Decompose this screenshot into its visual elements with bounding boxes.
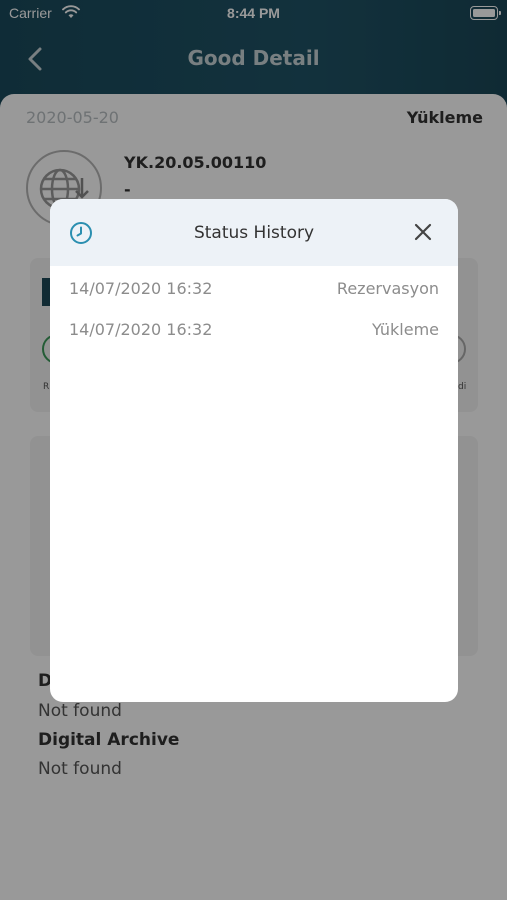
history-status: Yükleme [371, 320, 439, 339]
close-icon[interactable] [412, 221, 434, 243]
history-status: Rezervasyon [336, 279, 439, 298]
history-timestamp: 14/07/2020 16:32 [69, 320, 213, 339]
status-history-modal: Status History 14/07/2020 16:32 Rezervas… [50, 199, 458, 702]
history-row: 14/07/2020 16:32 Rezervasyon [69, 279, 439, 303]
modal-header: Status History [50, 199, 458, 266]
modal-title: Status History [193, 223, 315, 243]
history-row: 14/07/2020 16:32 Yükleme [69, 320, 439, 344]
history-timestamp: 14/07/2020 16:32 [69, 279, 213, 298]
